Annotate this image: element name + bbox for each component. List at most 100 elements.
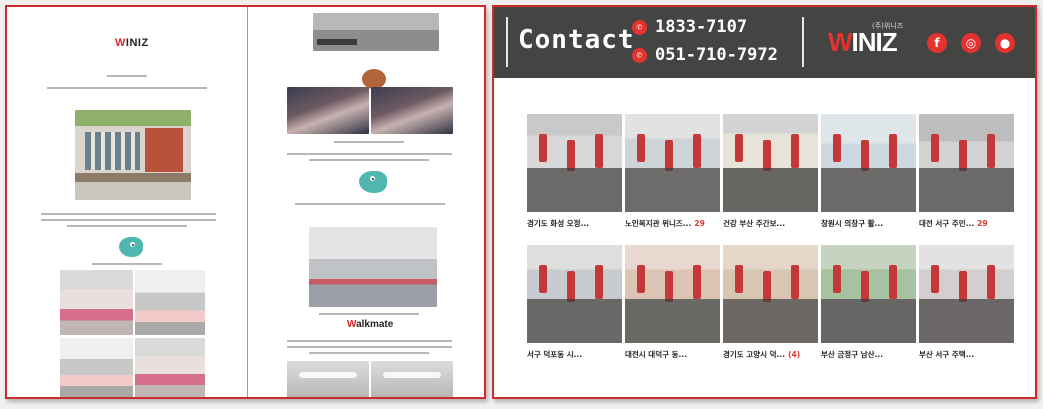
- caption-line: [723, 176, 818, 189]
- caption-line: [919, 189, 1014, 202]
- gallery-thumbnail[interactable]: [919, 245, 1014, 343]
- card-title[interactable]: 경기도 고양시 덕... (4): [723, 349, 818, 360]
- facility-photo: [309, 227, 437, 307]
- gallery-thumbnail[interactable]: [723, 245, 818, 343]
- card-title[interactable]: 대전시 대덕구 동...: [625, 349, 720, 360]
- crowd-photo: [287, 87, 369, 134]
- character-icon: [362, 65, 386, 89]
- exercise-machine: [861, 140, 869, 171]
- blog-column-left: WINIZ: [7, 7, 248, 397]
- building-photo: [75, 110, 191, 200]
- exercise-machine: [763, 271, 771, 302]
- text-line: [319, 313, 419, 315]
- gallery-card[interactable]: 경기도 화성 오정...: [527, 114, 622, 240]
- card-title[interactable]: 창원시 의창구 활...: [821, 218, 916, 229]
- gallery-thumbnail[interactable]: [625, 114, 720, 212]
- phone-number-1[interactable]: ✆ 1833-7107: [632, 17, 747, 37]
- caption-line: [527, 176, 622, 189]
- caption-line: [625, 307, 720, 320]
- card-title-text: 대전 서구 주민...: [919, 219, 975, 228]
- comment-count-badge: 29: [977, 219, 988, 228]
- facebook-icon[interactable]: f: [927, 33, 947, 53]
- gallery-card[interactable]: 서구 덕포동 시...: [527, 245, 622, 371]
- blog-document-panel: WINIZ Walkmate: [5, 5, 486, 399]
- gallery-thumbnail[interactable]: [821, 114, 916, 212]
- gallery-card[interactable]: 부산 금정구 남산...: [821, 245, 916, 371]
- phone-icon: ✆: [632, 19, 647, 35]
- text-line: [334, 141, 404, 143]
- thumbnail-caption: [527, 168, 622, 212]
- exercise-machine: [637, 265, 645, 293]
- gallery-card[interactable]: 창원시 의창구 활...: [821, 114, 916, 240]
- exercise-machine: [735, 265, 743, 293]
- exercise-machine: [931, 134, 939, 162]
- exercise-machine: [763, 140, 771, 171]
- caption-line: [625, 320, 720, 333]
- caption-line: [821, 189, 916, 202]
- text-line: [309, 352, 429, 354]
- gallery-thumbnail[interactable]: [919, 114, 1014, 212]
- exercise-machine: [861, 271, 869, 302]
- caption-line: [821, 307, 916, 320]
- card-title[interactable]: 부산 금정구 남산...: [821, 349, 916, 360]
- winiz-brand-logo[interactable]: WINIZ: [828, 27, 898, 58]
- exercise-machine: [539, 265, 547, 293]
- exercise-machine: [833, 265, 841, 293]
- text-line: [92, 263, 162, 265]
- caption-line: [821, 320, 916, 333]
- card-title[interactable]: 노인복지관 위니즈... 29: [625, 218, 720, 229]
- exercise-machine: [539, 134, 547, 162]
- gallery-card[interactable]: 건강 부산 주간보...: [723, 114, 818, 240]
- gallery-thumbnail[interactable]: [625, 245, 720, 343]
- exercise-machine: [889, 265, 897, 299]
- caption-line: [723, 189, 818, 202]
- exercise-machine: [735, 134, 743, 162]
- comment-count-badge: (4): [788, 350, 801, 359]
- thumbnail-caption: [625, 299, 720, 343]
- gallery-thumbnail[interactable]: [821, 245, 916, 343]
- exercise-machine: [959, 271, 967, 302]
- text-line: [287, 153, 452, 155]
- gallery-thumbnail[interactable]: [527, 245, 622, 343]
- blog-column-right: Walkmate: [249, 7, 484, 397]
- card-title[interactable]: 대전 서구 주민... 29: [919, 218, 1014, 229]
- banner-image: [313, 13, 439, 51]
- card-title[interactable]: 경기도 화성 오정...: [527, 218, 622, 229]
- event-photo: [60, 338, 133, 397]
- gallery-thumbnail[interactable]: [723, 114, 818, 212]
- comment-count-badge: 29: [694, 219, 705, 228]
- gallery-card[interactable]: 대전 서구 주민... 29: [919, 114, 1014, 240]
- gallery-card[interactable]: 부산 서구 주택...: [919, 245, 1014, 371]
- gallery-card[interactable]: 경기도 고양시 덕... (4): [723, 245, 818, 371]
- chat-icon[interactable]: ●: [995, 33, 1015, 53]
- caption-line: [723, 320, 818, 333]
- thumbnail-caption: [919, 168, 1014, 212]
- gallery-card[interactable]: 노인복지관 위니즈... 29: [625, 114, 720, 240]
- thumbnail-caption: [527, 299, 622, 343]
- exercise-machine: [637, 134, 645, 162]
- caption-line: [527, 320, 622, 333]
- caption-line: [527, 307, 622, 320]
- card-title-text: 대전시 대덕구 동...: [625, 350, 688, 359]
- card-title-text: 노인복지관 위니즈...: [625, 219, 692, 228]
- card-title[interactable]: 부산 서구 주택...: [919, 349, 1014, 360]
- contact-header: Contact ✆ 1833-7107 ✆ 051-710-7972 (주)위니…: [494, 7, 1035, 78]
- gallery-thumbnail[interactable]: [527, 114, 622, 212]
- exercise-machine: [693, 134, 701, 168]
- phone-icon: ✆: [632, 47, 647, 63]
- exercise-machine: [665, 140, 673, 171]
- text-line: [309, 159, 429, 161]
- phone-number-2[interactable]: ✆ 051-710-7972: [632, 45, 778, 65]
- instagram-icon[interactable]: ◎: [961, 33, 981, 53]
- card-title[interactable]: 서구 덕포동 시...: [527, 349, 622, 360]
- event-photo: [135, 270, 205, 335]
- exercise-machine: [987, 265, 995, 299]
- text-line: [47, 87, 207, 89]
- card-title[interactable]: 건강 부산 주간보...: [723, 218, 818, 229]
- ceiling-photo: [371, 361, 453, 397]
- card-title-text: 경기도 고양시 덕...: [723, 350, 786, 359]
- exercise-machine: [931, 265, 939, 293]
- caption-line: [625, 176, 720, 189]
- exercise-machine: [987, 134, 995, 168]
- gallery-card[interactable]: 대전시 대덕구 동...: [625, 245, 720, 371]
